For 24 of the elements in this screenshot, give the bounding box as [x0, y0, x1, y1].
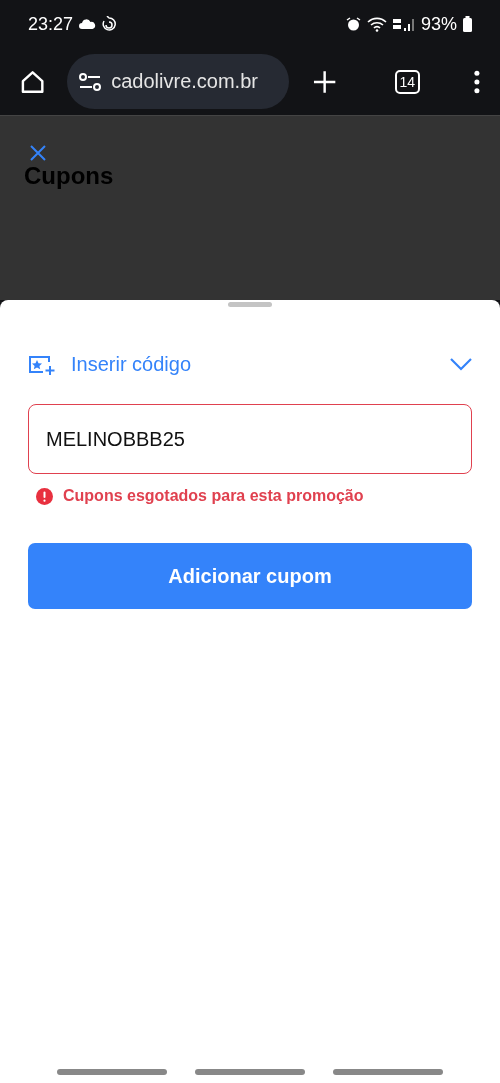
url-text: cadolivre.com.br — [111, 70, 258, 93]
chevron-icon — [450, 358, 472, 371]
home-icon[interactable] — [20, 68, 46, 95]
drag-handle[interactable] — [228, 302, 272, 307]
coupon-code-field[interactable]: MELINOBBB25 — [28, 404, 472, 474]
error-message: Cupons esgotados para esta promoção — [63, 487, 364, 505]
swirl-icon — [102, 16, 117, 32]
insert-code-toggle[interactable]: Inserir código — [28, 353, 472, 376]
clock-time: 23:27 — [28, 13, 74, 35]
new-tab-icon[interactable] — [313, 69, 337, 94]
tab-count-button[interactable]: 14 — [394, 69, 421, 94]
battery-percent: 93% — [420, 13, 457, 35]
site-settings-icon[interactable] — [79, 72, 102, 91]
coupon-add-icon — [28, 353, 56, 376]
alarm-icon — [345, 16, 361, 32]
cloud-icon — [79, 19, 97, 29]
wifi-icon — [366, 16, 387, 32]
error-icon — [36, 487, 53, 505]
signal-icon — [392, 16, 415, 32]
close-icon[interactable] — [29, 144, 47, 162]
add-coupon-button[interactable]: Adicionar cupom — [28, 543, 472, 609]
address-bar[interactable]: cadolivre.com.br — [67, 54, 290, 109]
menu-icon[interactable] — [474, 69, 480, 94]
battery-icon — [463, 16, 472, 32]
